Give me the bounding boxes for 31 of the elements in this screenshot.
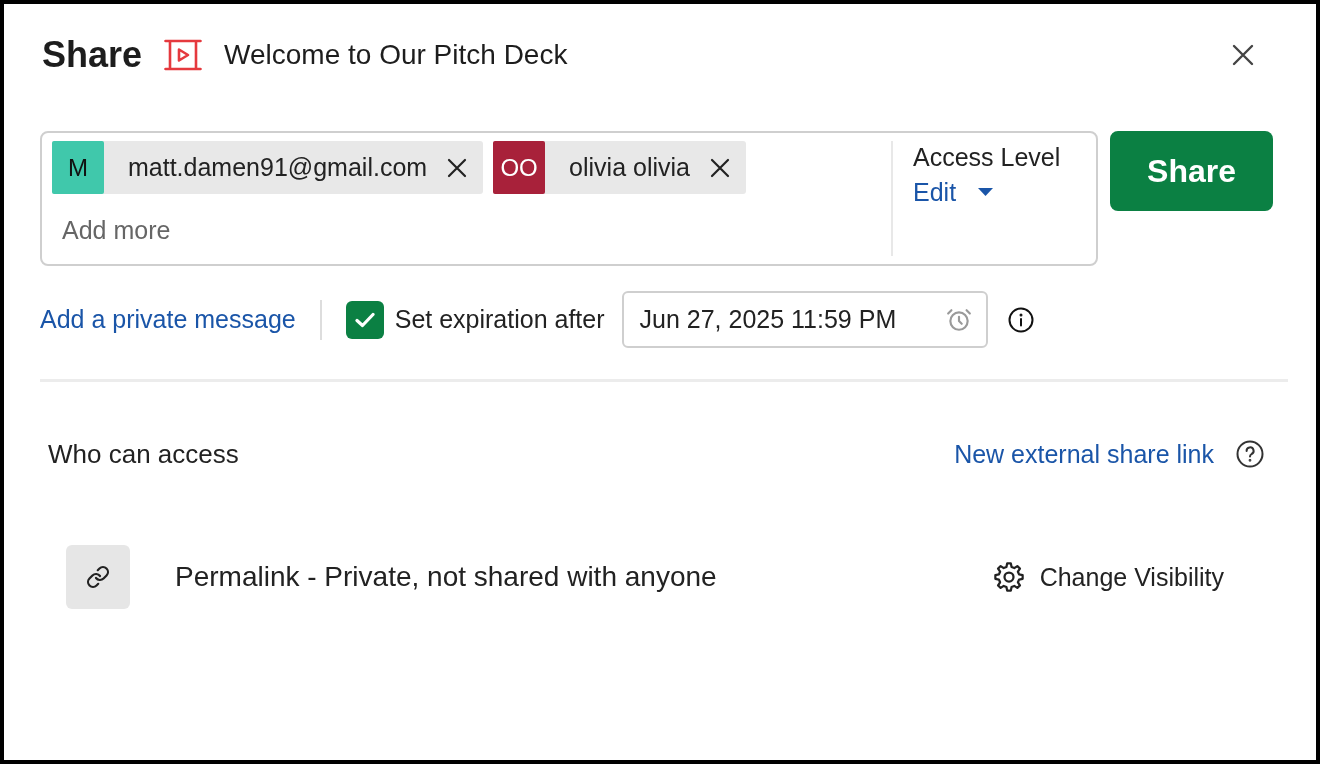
avatar: M <box>52 141 104 194</box>
dialog-title: Share <box>42 33 143 77</box>
who-can-access-heading: Who can access <box>48 438 239 470</box>
new-external-share-link[interactable]: New external share link <box>954 439 1214 469</box>
private-message-link[interactable]: Add a private message <box>40 305 296 334</box>
avatar: OO <box>493 141 546 194</box>
access-level-dropdown[interactable]: Edit <box>913 177 994 207</box>
info-icon[interactable] <box>1007 306 1034 333</box>
add-more-input[interactable]: Add more <box>52 213 362 247</box>
share-button[interactable]: Share <box>1110 131 1273 211</box>
alarm-clock-icon <box>945 306 972 333</box>
remove-button[interactable] <box>447 157 468 178</box>
change-visibility-button[interactable]: Change Visibility <box>993 562 1224 592</box>
presentation-file-icon <box>164 39 203 71</box>
expiration-date-field[interactable]: Jun 27, 2025 11:59 PM <box>621 291 988 348</box>
remove-button[interactable] <box>710 157 730 178</box>
recipient-label: olivia olivia <box>569 153 690 182</box>
recipient-label: matt.damen91@gmail.com <box>128 153 428 182</box>
check-icon <box>354 311 375 328</box>
link-icon <box>66 545 130 609</box>
permalink-status: Permalink - Private, not shared with anyone <box>175 561 717 593</box>
close-icon <box>710 157 730 178</box>
expiration-checkbox[interactable] <box>345 300 384 339</box>
access-level-label: Access Level <box>913 142 1061 172</box>
file-name: Welcome to Our Pitch Deck <box>224 39 568 71</box>
caret-icon <box>978 188 994 196</box>
help-icon[interactable] <box>1236 440 1264 468</box>
settings-icon <box>993 562 1024 592</box>
close-icon <box>1232 44 1254 66</box>
close-icon <box>447 157 468 178</box>
expiration-label: Set expiration after <box>394 305 605 334</box>
